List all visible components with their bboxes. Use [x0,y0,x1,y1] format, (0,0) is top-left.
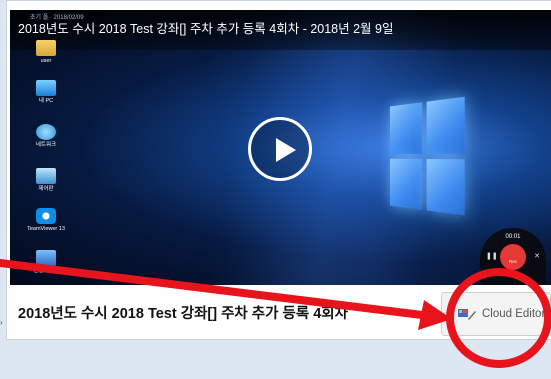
pause-icon[interactable]: ❚❚ [486,252,498,260]
left-edge-chevron-icon: › [0,318,3,327]
control-panel-icon [36,168,56,184]
recorder-timer: 00:01 [505,234,521,240]
close-icon[interactable]: ✕ [534,252,540,260]
desktop-icon-network[interactable]: 네트워크 [24,124,68,149]
cloud-editor-label: Cloud Editor [482,308,546,320]
video-player[interactable]: 초기 폴 · 2018/02/09 2018년도 수시 2018 Test 강좌… [10,10,551,285]
video-title-bar: 초기 폴 · 2018/02/09 2018년도 수시 2018 Test 강좌… [10,10,551,50]
video-tiny-caption: 초기 폴 · 2018/02/09 [30,15,84,21]
play-button[interactable] [248,117,312,181]
teamviewer-icon [36,208,56,224]
desktop-icon-pc[interactable]: 내 PC [24,80,68,105]
record-label: Rec [508,259,517,264]
course-title: 2018년도 수시 2018 Test 강좌[] 주차 추가 등록 4회차 [18,306,348,322]
desktop-icon-teamviewer[interactable]: TeamViewer 13 [24,208,68,233]
desktop-icon-hancom[interactable]: 한컴오피스 [24,250,68,275]
desktop-icon-user[interactable]: user [24,40,68,65]
network-icon [36,124,56,140]
pc-icon [36,80,56,96]
cloud-editor-icon [458,309,476,320]
user-folder-icon [36,40,56,56]
desktop-icon-control-panel[interactable]: 제어판 [24,168,68,193]
cloud-editor-button[interactable]: Cloud Editor [441,292,551,336]
recorder-widget[interactable]: 00:01 ❚❚ Rec ✕ [480,228,546,285]
windows-logo-icon [389,96,465,216]
hancom-icon [36,250,56,266]
record-button[interactable]: Rec [500,244,526,270]
